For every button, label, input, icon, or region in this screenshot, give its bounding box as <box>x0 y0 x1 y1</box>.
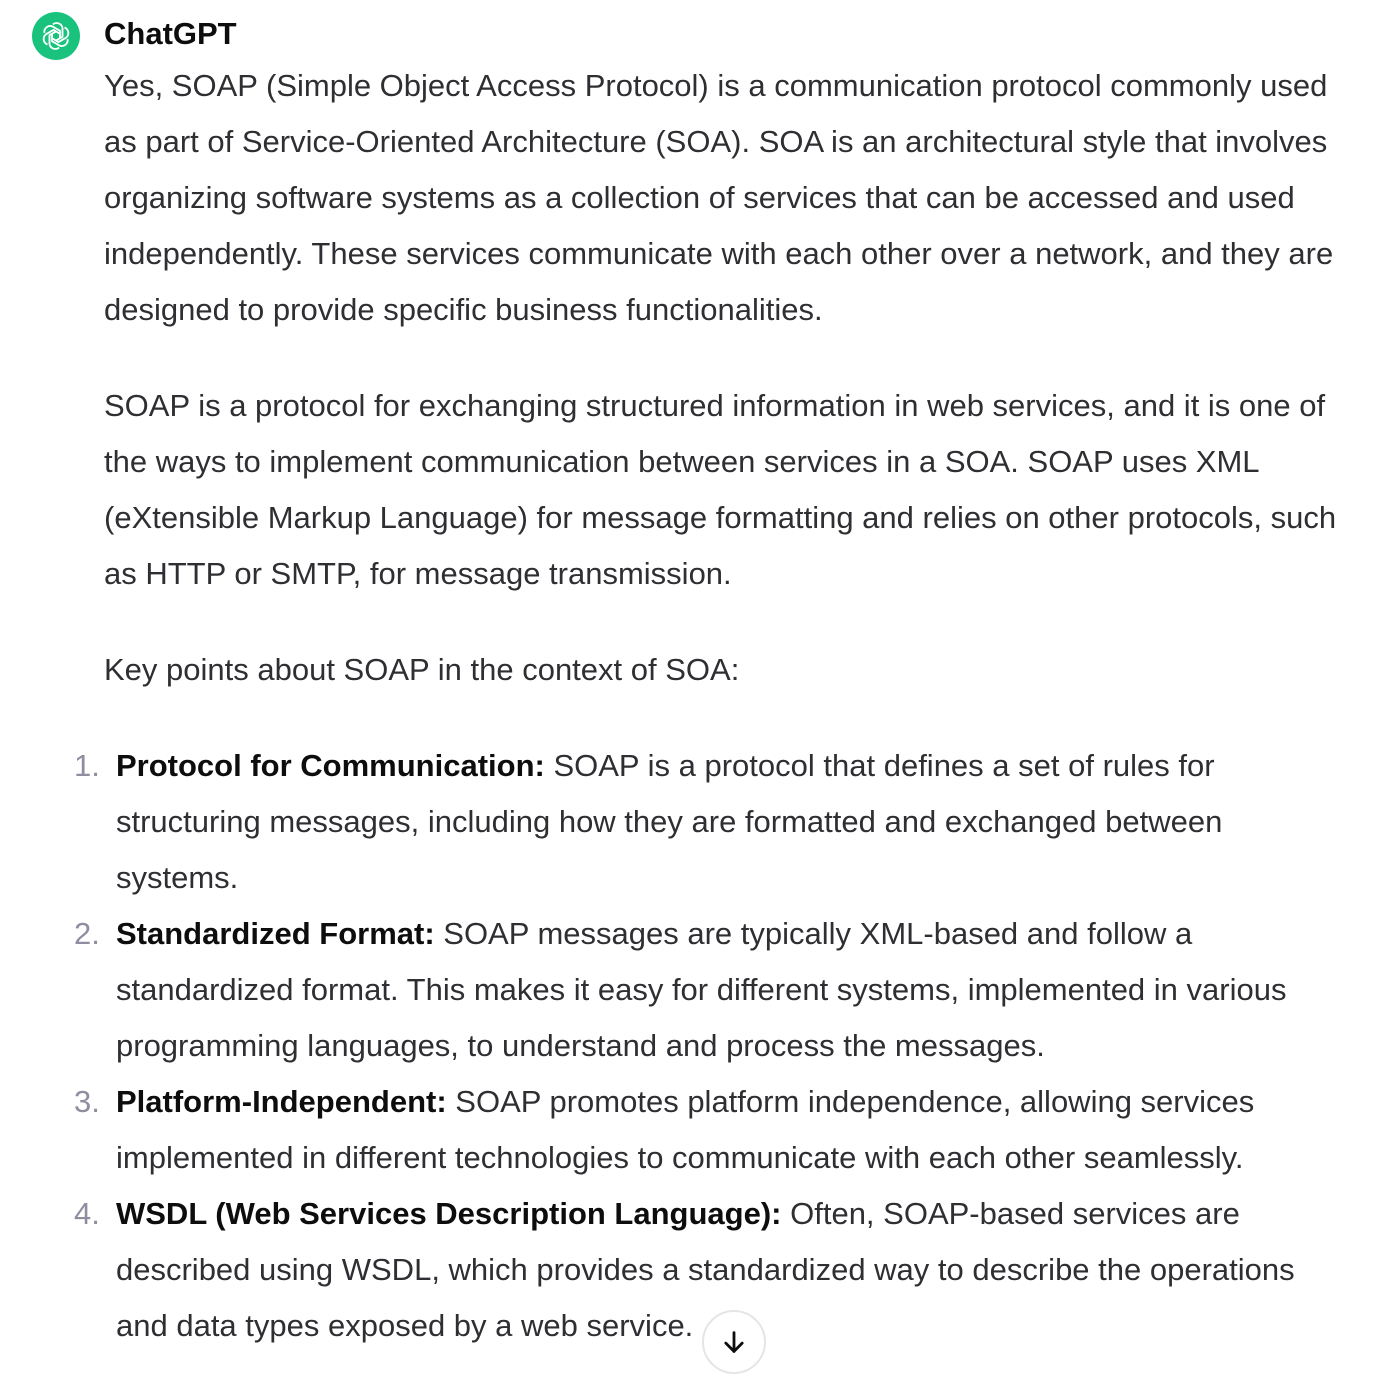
list-item: 3. Platform-Independent: SOAP promotes pl… <box>74 1074 1340 1186</box>
list-item-title: Standardized Format: <box>116 916 435 951</box>
message-content: Yes, SOAP (Simple Object Access Protocol… <box>74 58 1340 1354</box>
paragraph: SOAP is a protocol for exchanging struct… <box>104 388 1337 591</box>
list-item: 2. Standardized Format: SOAP messages are… <box>74 906 1340 1074</box>
message-author: ChatGPT <box>104 16 237 51</box>
list-number: 4. <box>74 1196 100 1231</box>
chatgpt-avatar <box>32 12 80 60</box>
list-item-title: Protocol for Communication: <box>116 748 545 783</box>
scroll-to-bottom-button[interactable] <box>702 1310 766 1374</box>
key-points-list: 1. Protocol for Communication: SOAP is a … <box>74 738 1340 1354</box>
arrow-down-icon <box>724 1331 744 1353</box>
list-item-title: Platform-Independent: <box>116 1084 447 1119</box>
list-number: 2. <box>74 916 100 951</box>
list-number: 3. <box>74 1084 100 1119</box>
assistant-message: ChatGPT Yes, SOAP (Simple Object Access … <box>0 0 1394 1374</box>
list-number: 1. <box>74 748 100 783</box>
list-item: 1. Protocol for Communication: SOAP is a … <box>74 738 1340 906</box>
paragraph: Key points about SOAP in the context of … <box>104 652 740 687</box>
openai-logo-icon <box>42 22 70 50</box>
list-item-title: WSDL (Web Services Description Language)… <box>116 1196 782 1231</box>
paragraph: Yes, SOAP (Simple Object Access Protocol… <box>104 68 1334 327</box>
